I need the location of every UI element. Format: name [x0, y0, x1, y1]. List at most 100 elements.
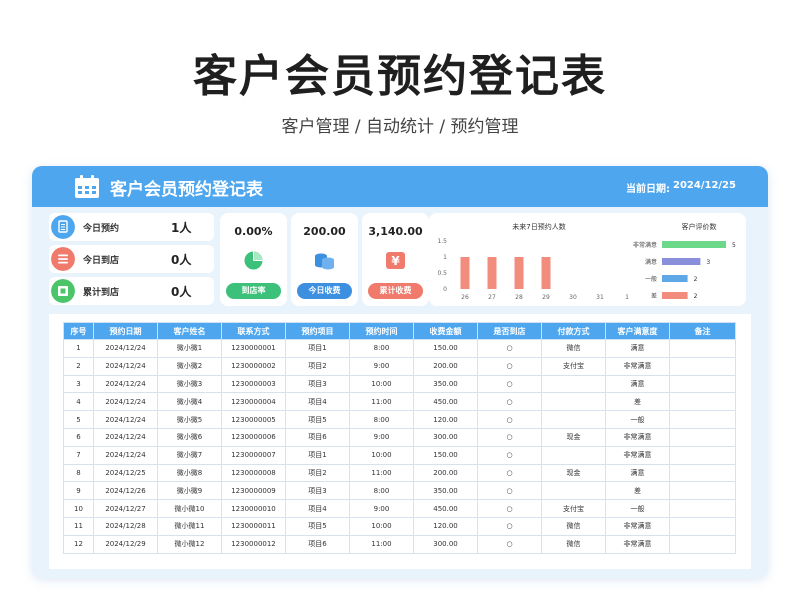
- table-cell[interactable]: 微小微4: [157, 392, 222, 412]
- table-cell[interactable]: 200.00: [413, 356, 478, 376]
- table-cell[interactable]: 8:00: [349, 410, 414, 429]
- table-cell[interactable]: 11:00: [349, 392, 414, 412]
- table-cell[interactable]: 项目1: [285, 339, 350, 358]
- table-cell[interactable]: 2: [63, 356, 94, 376]
- table-row[interactable]: 7 2024/12/24 微小微7 1230000007 项目1 10:00 150.00 ○…: [63, 445, 736, 465]
- table-cell[interactable]: 1230000011: [221, 516, 286, 536]
- table-cell[interactable]: 项目6: [285, 534, 350, 554]
- table-cell[interactable]: 项目6: [285, 427, 350, 447]
- table-cell[interactable]: 8:00: [349, 481, 414, 501]
- visit-rate-button[interactable]: 到店率: [226, 283, 281, 299]
- table-cell[interactable]: ○: [477, 356, 542, 376]
- table-cell[interactable]: 微信: [541, 516, 606, 536]
- table-cell[interactable]: 2024/12/27: [93, 499, 158, 518]
- table-cell[interactable]: ○: [477, 427, 542, 447]
- table-cell[interactable]: 150.00: [413, 445, 478, 465]
- table-cell[interactable]: 项目5: [285, 516, 350, 536]
- table-cell[interactable]: 非常满意: [605, 516, 670, 536]
- table-cell[interactable]: 1230000006: [221, 427, 286, 447]
- table-cell[interactable]: [669, 339, 736, 358]
- table-cell[interactable]: 11: [63, 516, 94, 536]
- table-cell[interactable]: 1230000009: [221, 481, 286, 501]
- table-cell[interactable]: 微小微5: [157, 410, 222, 429]
- table-cell[interactable]: 9:00: [349, 427, 414, 447]
- table-cell[interactable]: 项目4: [285, 392, 350, 412]
- table-cell[interactable]: 支付宝: [541, 499, 606, 518]
- table-cell[interactable]: 2024/12/26: [93, 481, 158, 501]
- table-cell[interactable]: 8: [63, 463, 94, 483]
- column-header[interactable]: 收费金额: [413, 322, 478, 340]
- table-cell[interactable]: 1230000001: [221, 339, 286, 358]
- column-header[interactable]: 付款方式: [541, 322, 606, 340]
- table-cell[interactable]: [541, 445, 606, 465]
- table-row[interactable]: 9 2024/12/26 微小微9 1230000009 项目3 8:00 350.00 ○ 差: [63, 481, 736, 501]
- table-cell[interactable]: 300.00: [413, 534, 478, 554]
- table-cell[interactable]: 350.00: [413, 374, 478, 394]
- table-cell[interactable]: 2024/12/28: [93, 516, 158, 536]
- table-cell[interactable]: 3: [63, 374, 94, 394]
- table-cell[interactable]: 120.00: [413, 516, 478, 536]
- table-cell[interactable]: 2024/12/29: [93, 534, 158, 554]
- column-header[interactable]: 客户姓名: [157, 322, 222, 340]
- table-cell[interactable]: 7: [63, 445, 94, 465]
- table-cell[interactable]: 9:00: [349, 356, 414, 376]
- table-cell[interactable]: 9: [63, 481, 94, 501]
- table-cell[interactable]: 微小微7: [157, 445, 222, 465]
- table-cell[interactable]: ○: [477, 534, 542, 554]
- table-cell[interactable]: 满意: [605, 463, 670, 483]
- column-header[interactable]: 联系方式: [221, 322, 286, 340]
- column-header[interactable]: 是否到店: [477, 322, 542, 340]
- table-cell[interactable]: [669, 392, 736, 412]
- table-cell[interactable]: [541, 481, 606, 501]
- table-cell[interactable]: 项目2: [285, 356, 350, 376]
- table-cell[interactable]: 项目5: [285, 410, 350, 429]
- table-cell[interactable]: [541, 410, 606, 429]
- table-cell[interactable]: ○: [477, 499, 542, 518]
- column-header[interactable]: 预约时间: [349, 322, 414, 340]
- table-cell[interactable]: 项目4: [285, 499, 350, 518]
- table-cell[interactable]: 差: [605, 481, 670, 501]
- table-cell[interactable]: [669, 445, 736, 465]
- table-cell[interactable]: 微信: [541, 339, 606, 358]
- table-cell[interactable]: 现金: [541, 463, 606, 483]
- table-cell[interactable]: 项目1: [285, 445, 350, 465]
- table-row[interactable]: 4 2024/12/24 微小微4 1230000004 项目4 11:00 450.00 ○…: [63, 392, 736, 412]
- table-cell[interactable]: [669, 427, 736, 447]
- table-cell[interactable]: 1230000004: [221, 392, 286, 412]
- table-cell[interactable]: 非常满意: [605, 445, 670, 465]
- table-cell[interactable]: 1230000002: [221, 356, 286, 376]
- table-cell[interactable]: 满意: [605, 374, 670, 394]
- table-cell[interactable]: 120.00: [413, 410, 478, 429]
- table-cell[interactable]: 项目2: [285, 463, 350, 483]
- table-cell[interactable]: 微小微1: [157, 339, 222, 358]
- table-row[interactable]: 6 2024/12/24 微小微6 1230000006 项目6 9:00 300.00 ○ 现…: [63, 427, 736, 447]
- table-cell[interactable]: ○: [477, 392, 542, 412]
- table-cell[interactable]: 一般: [605, 410, 670, 429]
- table-cell[interactable]: ○: [477, 516, 542, 536]
- table-row[interactable]: 3 2024/12/24 微小微3 1230000003 项目3 10:00 350.00 ○…: [63, 374, 736, 394]
- table-cell[interactable]: [669, 463, 736, 483]
- table-cell[interactable]: 10:00: [349, 516, 414, 536]
- table-cell[interactable]: 5: [63, 410, 94, 429]
- table-row[interactable]: 2 2024/12/24 微小微2 1230000002 项目2 9:00 200.00 ○ 支…: [63, 356, 736, 376]
- table-row[interactable]: 5 2024/12/24 微小微5 1230000005 项目5 8:00 120.00 ○ 一…: [63, 410, 736, 429]
- table-cell[interactable]: [669, 481, 736, 501]
- table-cell[interactable]: 2024/12/24: [93, 410, 158, 429]
- table-cell[interactable]: 1230000008: [221, 463, 286, 483]
- table-cell[interactable]: 项目3: [285, 481, 350, 501]
- table-cell[interactable]: 10:00: [349, 374, 414, 394]
- table-cell[interactable]: 450.00: [413, 499, 478, 518]
- table-cell[interactable]: 1230000005: [221, 410, 286, 429]
- table-cell[interactable]: 微小微11: [157, 516, 222, 536]
- table-cell[interactable]: 差: [605, 392, 670, 412]
- table-cell[interactable]: ○: [477, 339, 542, 358]
- table-row[interactable]: 1 2024/12/24 微小微1 1230000001 项目1 8:00 150.00 ○ 微…: [63, 339, 736, 358]
- table-cell[interactable]: 10: [63, 499, 94, 518]
- table-cell[interactable]: 4: [63, 392, 94, 412]
- table-cell[interactable]: 1230000003: [221, 374, 286, 394]
- table-cell[interactable]: 200.00: [413, 463, 478, 483]
- today-fee-button[interactable]: 今日收费: [297, 283, 352, 299]
- table-cell[interactable]: 微小微6: [157, 427, 222, 447]
- total-fee-button[interactable]: 累计收费: [368, 283, 423, 299]
- table-cell[interactable]: 微小微2: [157, 356, 222, 376]
